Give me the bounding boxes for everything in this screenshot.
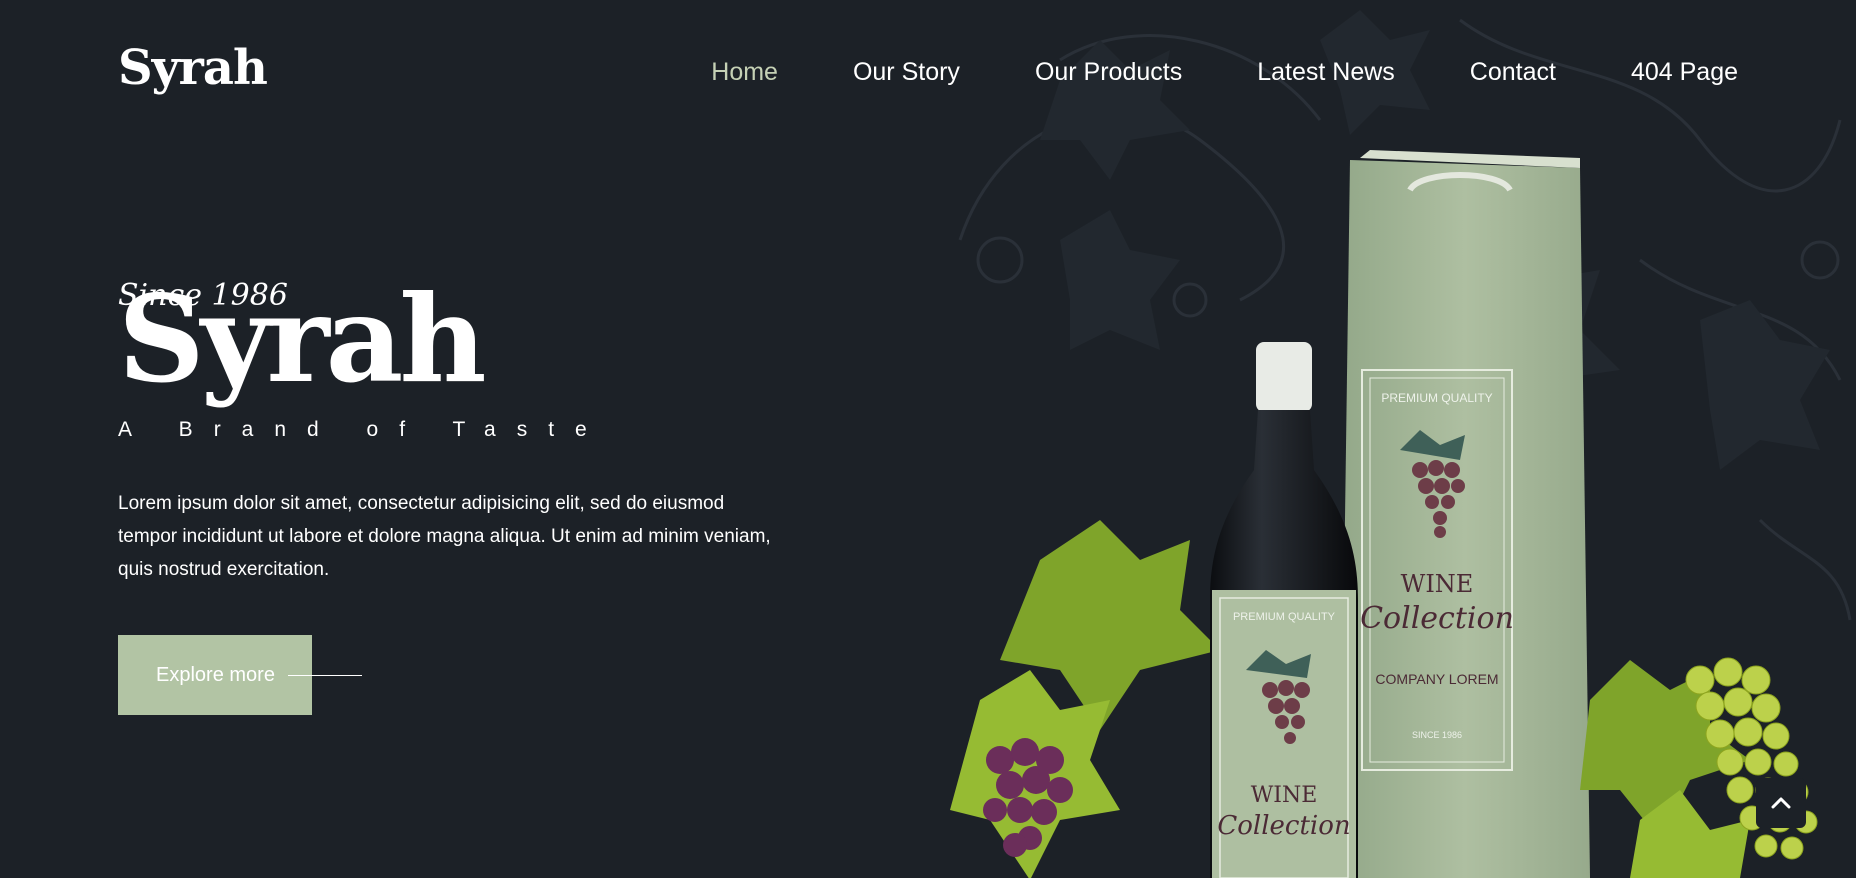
nav-contact[interactable]: Contact: [1470, 58, 1556, 87]
svg-text:Collection: Collection: [1217, 811, 1350, 841]
nav-our-story[interactable]: Our Story: [853, 58, 960, 87]
scroll-to-top-button[interactable]: [1756, 778, 1806, 828]
svg-text:COMPANY LOREM: COMPANY LOREM: [1375, 671, 1498, 687]
svg-text:Collection: Collection: [1360, 601, 1514, 636]
wine-bottle: PREMIUM QUALITY WINE Collection: [1210, 342, 1358, 878]
wine-gift-bag: PREMIUM QUALITY WINE Collection COMPANY …: [1340, 150, 1590, 878]
chevron-up-icon: [1771, 797, 1791, 809]
nav-latest-news[interactable]: Latest News: [1257, 58, 1395, 87]
nav-home[interactable]: Home: [711, 58, 778, 87]
cta-decorative-line: [288, 675, 362, 676]
nav-404-page[interactable]: 404 Page: [1631, 58, 1738, 87]
logo[interactable]: Syrah: [118, 40, 268, 96]
site-header: Syrah Home Our Story Our Products Latest…: [0, 0, 1856, 150]
explore-more-button[interactable]: Explore more: [118, 635, 312, 715]
hero-since-text: Since 1986: [118, 278, 288, 313]
svg-text:SINCE 1986: SINCE 1986: [1412, 730, 1462, 740]
svg-text:WINE: WINE: [1401, 570, 1474, 598]
svg-text:PREMIUM QUALITY: PREMIUM QUALITY: [1381, 391, 1492, 405]
svg-text:PREMIUM QUALITY: PREMIUM QUALITY: [1233, 611, 1336, 623]
explore-more-label: Explore more: [156, 663, 275, 686]
hero-description: Lorem ipsum dolor sit amet, consectetur …: [118, 493, 771, 580]
main-nav: Home Our Story Our Products Latest News …: [711, 58, 1738, 87]
hero-tagline: A Brand of Taste: [118, 418, 608, 441]
grape-leaves-left: [950, 520, 1220, 878]
svg-text:WINE: WINE: [1251, 783, 1318, 808]
nav-our-products[interactable]: Our Products: [1035, 58, 1182, 87]
